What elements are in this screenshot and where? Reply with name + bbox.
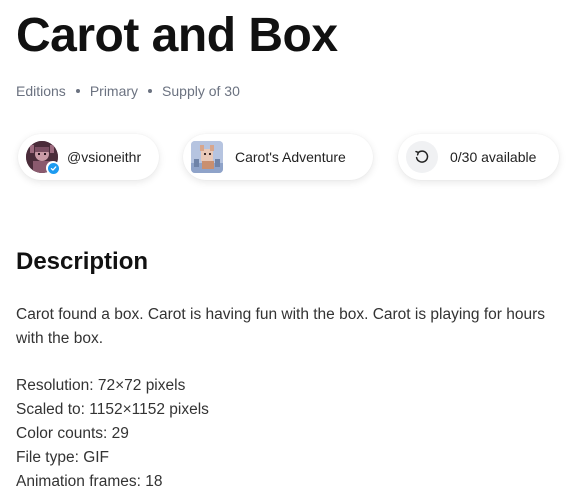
spec-resolution: Resolution: 72×72 pixels: [16, 377, 186, 394]
spec-animation-frames: Animation frames: 18: [16, 473, 163, 490]
supply-label: Supply of 30: [162, 83, 240, 99]
page-title: Carot and Box: [16, 9, 338, 62]
collection-thumbnail: [191, 141, 223, 173]
description-body: Carot found a box. Carot is having fun w…: [16, 306, 546, 347]
separator-dot: [75, 89, 80, 93]
separator-dot: [148, 89, 153, 93]
creator-avatar: [26, 141, 60, 175]
verified-badge-icon: [46, 161, 60, 175]
spec-scaled: Scaled to: 1152×1152 pixels: [16, 401, 209, 418]
spec-color-count: Color counts: 29: [16, 425, 129, 442]
spec-list: Resolution: 72×72 pixels Scaled to: 1152…: [16, 374, 209, 494]
collection-chip[interactable]: Carot's Adventure: [183, 134, 373, 180]
availability-text: 0/30 available: [450, 149, 537, 165]
edition-type-label: Editions: [16, 83, 66, 99]
spec-file-type: File type: GIF: [16, 449, 110, 466]
creator-handle: @vsioneithr: [67, 149, 142, 165]
collection-name: Carot's Adventure: [235, 149, 346, 165]
edition-meta: Editions Primary Supply of 30: [16, 83, 240, 99]
description-heading: Description: [16, 248, 149, 275]
refresh-icon: [406, 141, 438, 173]
availability-chip[interactable]: 0/30 available: [398, 134, 559, 180]
creator-chip[interactable]: @vsioneithr: [18, 134, 159, 180]
market-label: Primary: [89, 83, 139, 99]
